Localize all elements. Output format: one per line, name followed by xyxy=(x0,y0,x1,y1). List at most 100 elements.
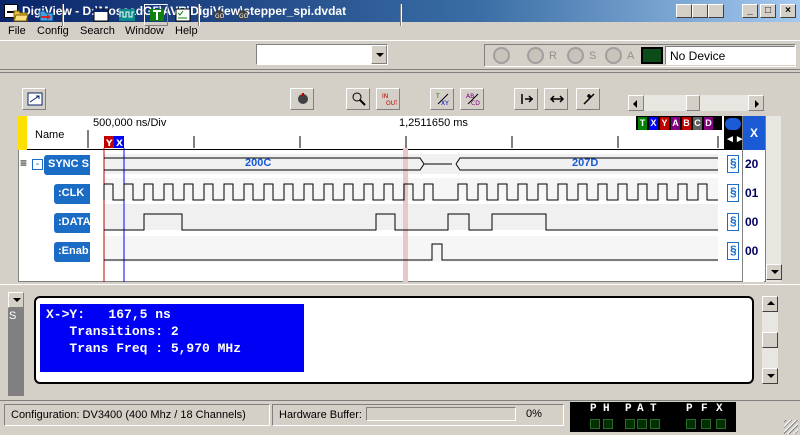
marker-nav[interactable]: ◄► xyxy=(724,116,745,150)
resize-grip-icon[interactable] xyxy=(784,420,798,434)
jump-start-button[interactable] xyxy=(514,88,538,110)
marker-t[interactable]: T xyxy=(638,117,647,130)
scroll-left-icon[interactable] xyxy=(628,95,644,111)
svg-text:CD: CD xyxy=(471,100,480,106)
led-icon xyxy=(701,419,711,429)
cursor-xy-icon: TXY xyxy=(435,93,449,106)
marker-y[interactable]: Y xyxy=(660,117,669,130)
minimize-button[interactable]: _ xyxy=(742,4,758,18)
selection-strip xyxy=(18,116,27,150)
marker-d[interactable]: D xyxy=(704,117,713,130)
close-button[interactable]: × xyxy=(780,4,796,18)
go-search-button[interactable] xyxy=(290,88,314,110)
open-file-button[interactable] xyxy=(8,4,32,26)
checklist-button[interactable] xyxy=(170,4,194,26)
hardware-buffer-label: Hardware Buffer: xyxy=(279,409,362,421)
search-prev-button[interactable]: GO xyxy=(206,4,230,26)
marker-c[interactable]: C xyxy=(693,117,702,130)
side-panel-toggle-icon[interactable] xyxy=(8,292,24,308)
marker-a[interactable]: A xyxy=(671,117,680,130)
svg-text:GO: GO xyxy=(239,13,249,20)
zoom-out-button[interactable]: IN OUT xyxy=(376,88,400,110)
flag-p1: P xyxy=(590,403,597,415)
marker-b[interactable]: B xyxy=(682,117,691,130)
waveform-vertical-scrollbar[interactable] xyxy=(765,116,782,282)
svg-text:GO: GO xyxy=(215,13,225,20)
signal-label-clk[interactable]: :CLK xyxy=(54,184,90,204)
scroll-up-icon[interactable] xyxy=(762,296,778,312)
hardware-buffer-bar xyxy=(366,407,516,421)
toolbar-separator xyxy=(400,4,402,26)
menu-help[interactable]: Help xyxy=(175,25,198,37)
maximize-button[interactable]: □ xyxy=(760,4,776,18)
flag-t: T xyxy=(650,403,657,415)
horizontal-scrollbar[interactable] xyxy=(628,95,764,111)
format-clk-icon[interactable] xyxy=(727,184,739,202)
zoom-window-icon xyxy=(27,92,43,106)
signal-label-data[interactable]: :DATA xyxy=(54,213,90,233)
menu-search[interactable]: Search xyxy=(80,25,115,37)
jump-next-button[interactable] xyxy=(576,88,600,110)
toolbar-separator xyxy=(62,4,64,26)
checklist-icon xyxy=(175,8,191,22)
skip-icon xyxy=(521,94,534,104)
collapse-sync-button[interactable]: - xyxy=(32,159,43,170)
run-label-s: S xyxy=(589,50,597,62)
x-value-column: X 20 01 00 00 xyxy=(742,116,765,282)
format-sync-icon[interactable] xyxy=(727,155,739,173)
flag-f: F xyxy=(701,403,708,415)
led-icon xyxy=(590,419,600,429)
zoom-fit-button[interactable] xyxy=(22,88,46,110)
cursor-abcd-button[interactable]: AB CD xyxy=(460,88,484,110)
format-data-icon[interactable] xyxy=(727,213,739,231)
signal-label-enab[interactable]: :Enab xyxy=(54,242,90,262)
signal-label-sync[interactable]: SYNC S xyxy=(44,155,90,175)
name-column-header: Name xyxy=(35,129,65,141)
scroll-right-icon[interactable] xyxy=(748,95,764,111)
mdi-tile-icon[interactable] xyxy=(692,4,708,18)
run-icon[interactable] xyxy=(493,47,510,64)
format-enab-icon[interactable] xyxy=(727,242,739,260)
save-file-button[interactable] xyxy=(34,4,58,26)
scroll-thumb[interactable] xyxy=(686,95,700,111)
menu-file[interactable]: File xyxy=(8,25,26,37)
scroll-down-icon[interactable] xyxy=(766,264,782,280)
led-icon xyxy=(603,419,613,429)
side-panel-label: S xyxy=(9,310,17,322)
timebase-label: 500,000 ns/Div xyxy=(93,117,167,129)
search-combo[interactable] xyxy=(256,44,388,65)
scroll-down-icon[interactable] xyxy=(762,368,778,384)
text-view-button[interactable] xyxy=(144,4,168,26)
abort-icon[interactable] xyxy=(605,47,622,64)
data-row-bg xyxy=(104,204,718,230)
waveform-view-button[interactable] xyxy=(114,4,138,26)
zoom-in-button[interactable] xyxy=(346,88,370,110)
menu-window[interactable]: Window xyxy=(125,25,164,37)
flag-h: H xyxy=(603,403,610,415)
waveform-canvas[interactable]: Y X xyxy=(86,130,726,282)
menu-config[interactable]: Config xyxy=(37,25,69,37)
chevron-down-icon[interactable] xyxy=(371,45,387,64)
search-next-button[interactable]: GO xyxy=(230,4,254,26)
stop-icon[interactable] xyxy=(567,47,584,64)
status-flags: P H P A T P F X xyxy=(570,402,736,432)
scroll-thumb[interactable] xyxy=(762,332,778,348)
stats-line-3: Trans Freq : 5,970 MHz xyxy=(46,341,242,356)
sync-bus-value-2: 207D xyxy=(572,157,599,169)
trigger-cursor-band xyxy=(403,148,408,282)
led-icon xyxy=(716,419,726,429)
new-window-button[interactable] xyxy=(88,4,112,26)
cursor-abcd-icon: ABCD xyxy=(466,93,480,106)
stats-vertical-scrollbar[interactable] xyxy=(762,296,778,384)
stats-box: X->Y: 167,5 ns Transitions: 2 Trans Freq… xyxy=(40,304,304,372)
jump-prev-button[interactable] xyxy=(544,88,568,110)
mdi-restore-icon[interactable] xyxy=(676,4,692,18)
svg-text:OUT: OUT xyxy=(386,100,397,106)
marker-x[interactable]: X xyxy=(649,117,658,130)
x-value-data: 00 xyxy=(745,215,759,229)
row-drag-handle-icon[interactable]: ≡ xyxy=(20,156,27,170)
mdi-close-child-icon[interactable] xyxy=(708,4,724,18)
play-icon[interactable] xyxy=(527,47,544,64)
cursor-xy-button[interactable]: T XY xyxy=(430,88,454,110)
stats-line-2: Transitions: 2 xyxy=(46,324,179,339)
